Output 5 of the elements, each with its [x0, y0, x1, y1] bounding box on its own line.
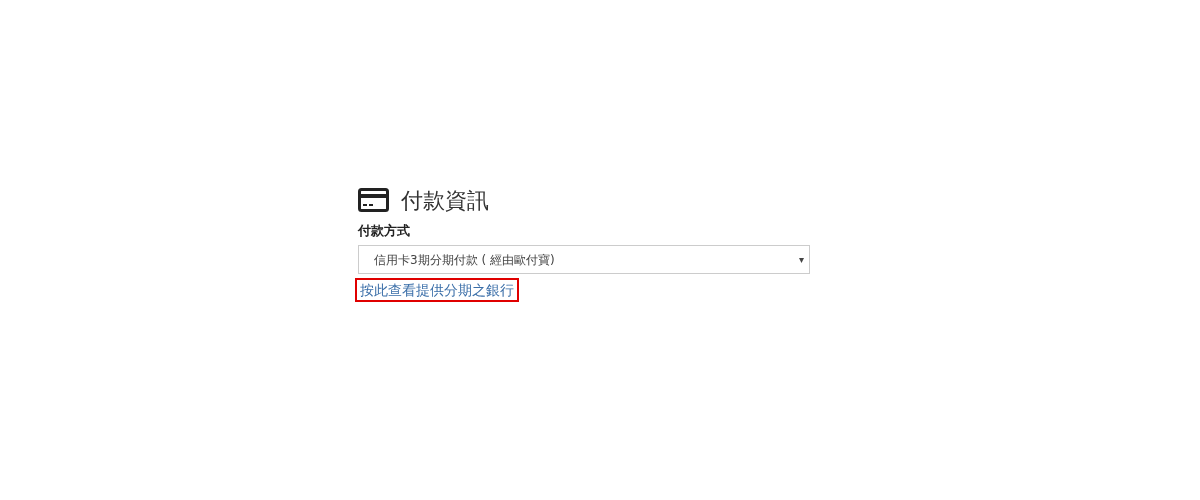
section-title: 付款資訊 — [401, 186, 489, 215]
field-label: 付款方式 — [358, 222, 411, 240]
payment-method-dropdown[interactable]: 信用卡3期分期付款 ( 經由歐付寶) ▾ — [358, 245, 810, 274]
bank-list-link[interactable]: 按此查看提供分期之銀行 — [360, 282, 514, 298]
credit-card-icon — [358, 188, 389, 212]
